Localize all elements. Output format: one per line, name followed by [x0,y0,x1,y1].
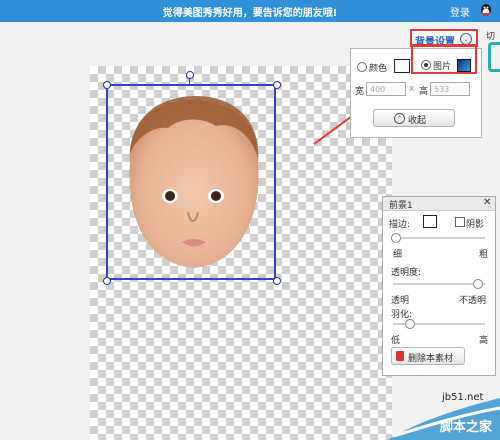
image-label: 图片 [433,62,452,72]
watermark-site: jb51.net [442,392,484,403]
opacity-slider-knob[interactable] [473,279,483,289]
thick-label: 粗 [479,250,489,260]
stroke-slider-knob[interactable] [391,233,401,243]
color-swatch[interactable] [394,59,410,73]
shadow-label: 阴影 [466,220,485,230]
color-radio[interactable] [357,62,367,72]
image-radio[interactable] [421,60,431,70]
chevron-up-icon: ⌃ [394,113,405,124]
height-input[interactable]: 533 [430,82,470,96]
delete-label: 删除本素材 [408,354,454,364]
resize-handle-top-left[interactable] [103,81,111,89]
image-picker-icon[interactable] [457,59,471,72]
collapse-button[interactable]: ⌃ 收起 [373,109,455,127]
width-input[interactable]: 400 [366,82,406,96]
foreground-title: 前景1 [389,201,413,211]
banner-message: 觉得美图秀秀好用，要告诉您的朋友哦! [162,8,338,19]
watermark: jb51.net 脚本之家 [388,384,500,440]
feather-slider-knob[interactable] [405,319,415,329]
qq-penguin-icon[interactable] [480,3,492,17]
foreground-panel: 前景1 ✕ 描边: 阴影 细 粗 透明度: 透明 不透明 羽化: 低 高 删除本… [382,196,496,376]
stroke-label: 描边: [389,220,411,230]
side-tab-bracket [488,42,500,72]
foreground-panel-header: 前景1 ✕ [383,197,495,211]
thin-label: 细 [393,250,403,260]
height-label: 高 [419,87,429,97]
watermark-brand: 脚本之家 [440,420,493,435]
times-label: x [409,84,415,94]
resize-handle-bottom-left[interactable] [103,277,111,285]
close-icon[interactable]: ✕ [483,197,491,208]
low-label: 低 [391,336,401,346]
high-label: 高 [479,336,489,346]
color-label: 颜色 [369,64,388,74]
trash-icon [396,351,404,361]
side-tab-label[interactable]: 切 [486,29,495,42]
opacity-label: 透明度: [391,268,422,278]
rotate-stem [189,78,190,85]
transparent-label: 透明 [391,296,410,306]
selection-frame[interactable] [106,84,276,280]
delete-material-button[interactable]: 删除本素材 [391,347,465,365]
stroke-color-swatch[interactable] [423,215,437,228]
stroke-slider-track[interactable] [393,237,485,239]
opacity-slider-track[interactable] [393,283,485,285]
resize-handle-bottom-right[interactable] [273,277,281,285]
resize-handle-top-right[interactable] [273,81,281,89]
collapse-label: 收起 [408,116,427,126]
width-label: 宽 [355,87,365,97]
shadow-checkbox[interactable] [455,217,465,227]
opaque-label: 不透明 [459,296,487,306]
login-link[interactable]: 登录 [450,4,470,19]
top-banner: 觉得美图秀秀好用，要告诉您的朋友哦! 登录 [0,0,500,22]
rotate-handle[interactable] [186,71,194,79]
